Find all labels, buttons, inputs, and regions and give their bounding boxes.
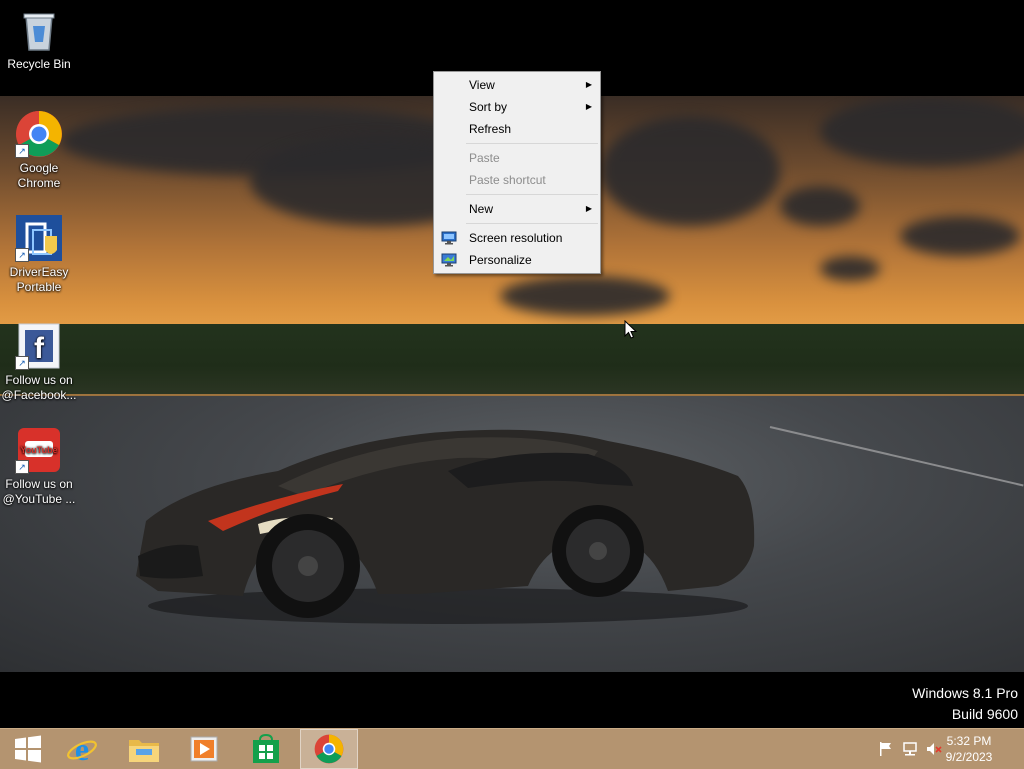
- drivereasy-icon: ↗: [15, 214, 63, 262]
- desktop-icon-youtube[interactable]: YouTube ↗ Follow us on @YouTube ...: [1, 426, 77, 507]
- menu-item-view[interactable]: View ▶: [434, 74, 600, 96]
- menu-item-label: Sort by: [469, 100, 508, 114]
- taskbar-internet-explorer[interactable]: e: [54, 729, 110, 769]
- submenu-arrow-icon: ▶: [585, 80, 592, 89]
- shortcut-arrow-icon: ↗: [15, 356, 29, 370]
- desktop-icon-google-chrome[interactable]: ↗ Google Chrome: [1, 110, 77, 191]
- taskbar: e 5:32 PM 9/2/2023: [0, 728, 1024, 769]
- desktop-icon-label: Recycle Bin: [7, 57, 71, 71]
- menu-separator: [466, 223, 598, 224]
- folder-icon: [129, 740, 159, 762]
- desktop-icon-label: DriverEasy Portable: [9, 265, 69, 294]
- chrome-icon: ↗: [15, 110, 63, 158]
- desktop-icon-facebook[interactable]: f ↗ Follow us on @Facebook...: [1, 322, 77, 403]
- store-icon: [253, 734, 279, 763]
- clock-date: 9/2/2023: [945, 750, 993, 764]
- desktop-icon-recycle-bin[interactable]: Recycle Bin: [1, 6, 77, 72]
- menu-item-label: New: [469, 202, 494, 216]
- chrome-icon: [314, 734, 344, 764]
- menu-item-new[interactable]: New ▶: [434, 198, 600, 220]
- media-player-icon: [190, 736, 218, 762]
- shortcut-arrow-icon: ↗: [15, 248, 29, 262]
- ie-icon: e: [67, 733, 97, 765]
- treeline: [0, 324, 1024, 394]
- mouse-cursor-icon: [624, 320, 638, 339]
- menu-separator: [466, 194, 598, 195]
- taskbar-file-explorer[interactable]: [116, 729, 172, 769]
- menu-item-label: Paste: [469, 151, 500, 165]
- desktop-icon-drivereasy[interactable]: ↗ DriverEasy Portable: [1, 214, 77, 295]
- submenu-arrow-icon: ▶: [585, 204, 592, 213]
- facebook-icon: f ↗: [15, 322, 63, 370]
- display-icon: [441, 230, 457, 246]
- menu-separator: [466, 143, 598, 144]
- sports-car-image: [136, 429, 755, 624]
- windows-version-watermark: Windows 8.1 Pro Build 9600: [912, 683, 1018, 725]
- menu-item-screen-resolution[interactable]: Screen resolution: [434, 227, 600, 249]
- shortcut-arrow-icon: ↗: [15, 144, 29, 158]
- svg-text:f: f: [34, 332, 45, 365]
- watermark-build: Build 9600: [951, 706, 1018, 722]
- windows-logo-icon: [15, 735, 41, 763]
- taskbar-clock[interactable]: 5:32 PM 9/2/2023: [934, 733, 1004, 765]
- taskbar-media-player[interactable]: [176, 729, 232, 769]
- menu-item-label: View: [469, 78, 495, 92]
- taskbar-chrome[interactable]: [300, 729, 358, 769]
- start-button[interactable]: [0, 729, 56, 769]
- submenu-arrow-icon: ▶: [585, 102, 592, 111]
- youtube-icon: YouTube ↗: [15, 426, 63, 474]
- menu-item-sort-by[interactable]: Sort by ▶: [434, 96, 600, 118]
- menu-item-label: Screen resolution: [469, 231, 563, 245]
- menu-item-label: Refresh: [469, 122, 512, 136]
- recycle-bin-icon: [15, 6, 63, 54]
- clock-time: 5:32 PM: [946, 734, 992, 748]
- system-tray: 5:32 PM 9/2/2023: [864, 729, 1024, 769]
- desktop-icon-label: Follow us on @YouTube ...: [2, 477, 76, 506]
- network-icon[interactable]: [902, 741, 918, 757]
- desktop-context-menu: View ▶ Sort by ▶ Refresh Paste Paste sho…: [433, 71, 601, 274]
- svg-text:YouTube: YouTube: [20, 445, 57, 455]
- menu-item-label: Personalize: [469, 253, 532, 267]
- menu-item-paste: Paste: [434, 147, 600, 169]
- menu-item-paste-shortcut: Paste shortcut: [434, 169, 600, 191]
- desktop-icon-label: Follow us on @Facebook...: [1, 373, 77, 402]
- svg-text:e: e: [75, 733, 89, 765]
- desktop-icon-label: Google Chrome: [17, 161, 61, 190]
- menu-item-refresh[interactable]: Refresh: [434, 118, 600, 140]
- action-center-flag-icon[interactable]: [878, 741, 894, 757]
- taskbar-store[interactable]: [238, 729, 294, 769]
- shortcut-arrow-icon: ↗: [15, 460, 29, 474]
- menu-item-personalize[interactable]: Personalize: [434, 249, 600, 271]
- personalize-icon: [441, 252, 457, 268]
- watermark-edition: Windows 8.1 Pro: [912, 685, 1018, 701]
- menu-item-label: Paste shortcut: [469, 173, 546, 187]
